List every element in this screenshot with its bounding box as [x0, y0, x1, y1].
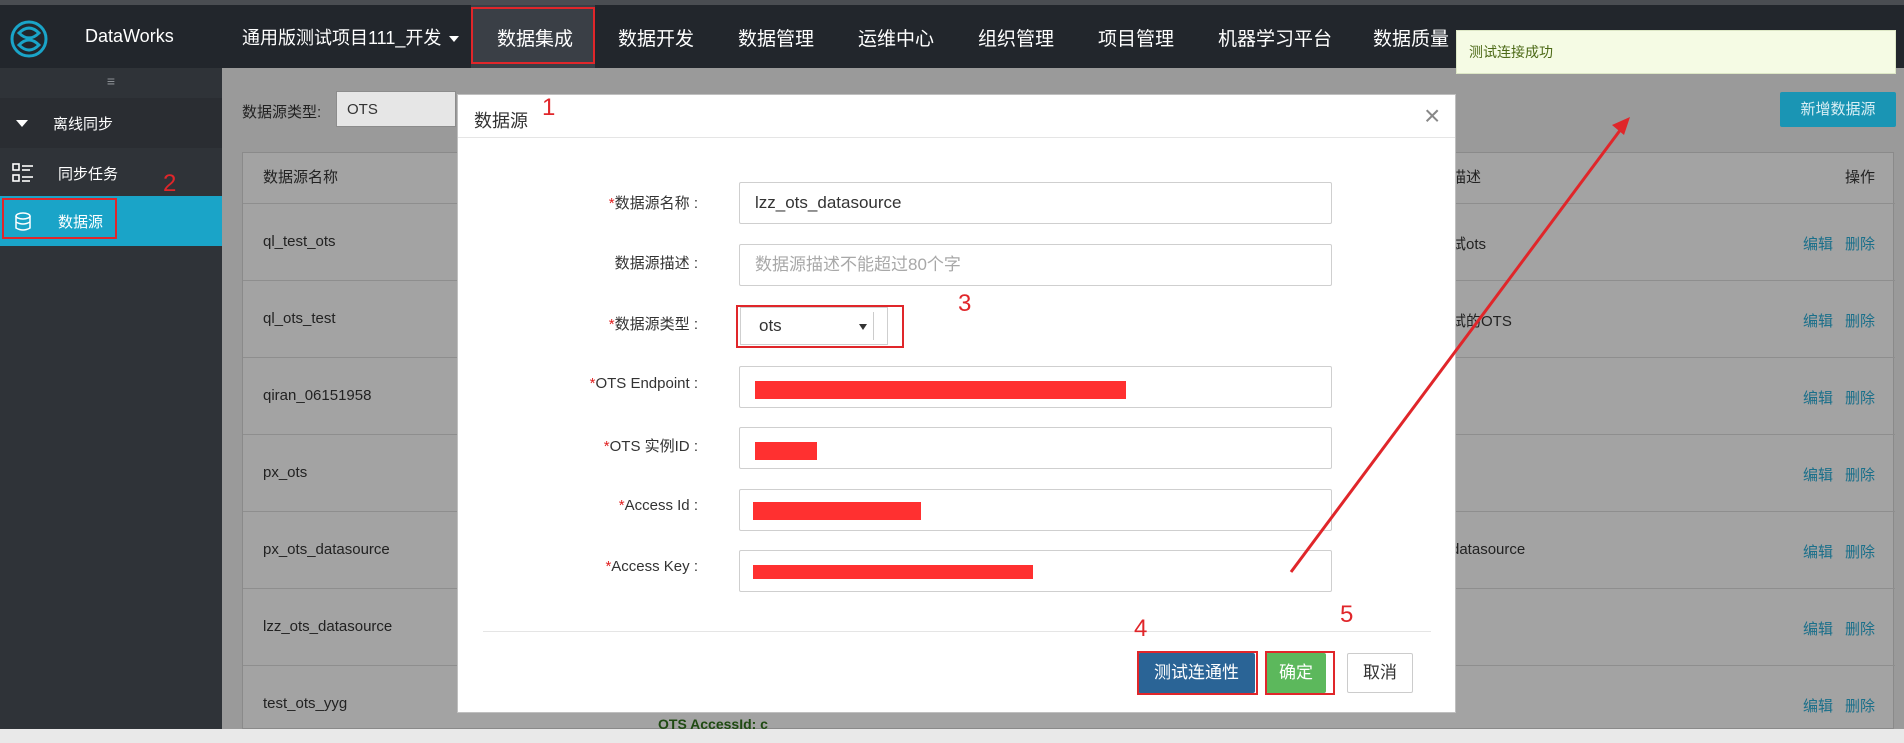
- annotation-arrow: [1289, 117, 1630, 573]
